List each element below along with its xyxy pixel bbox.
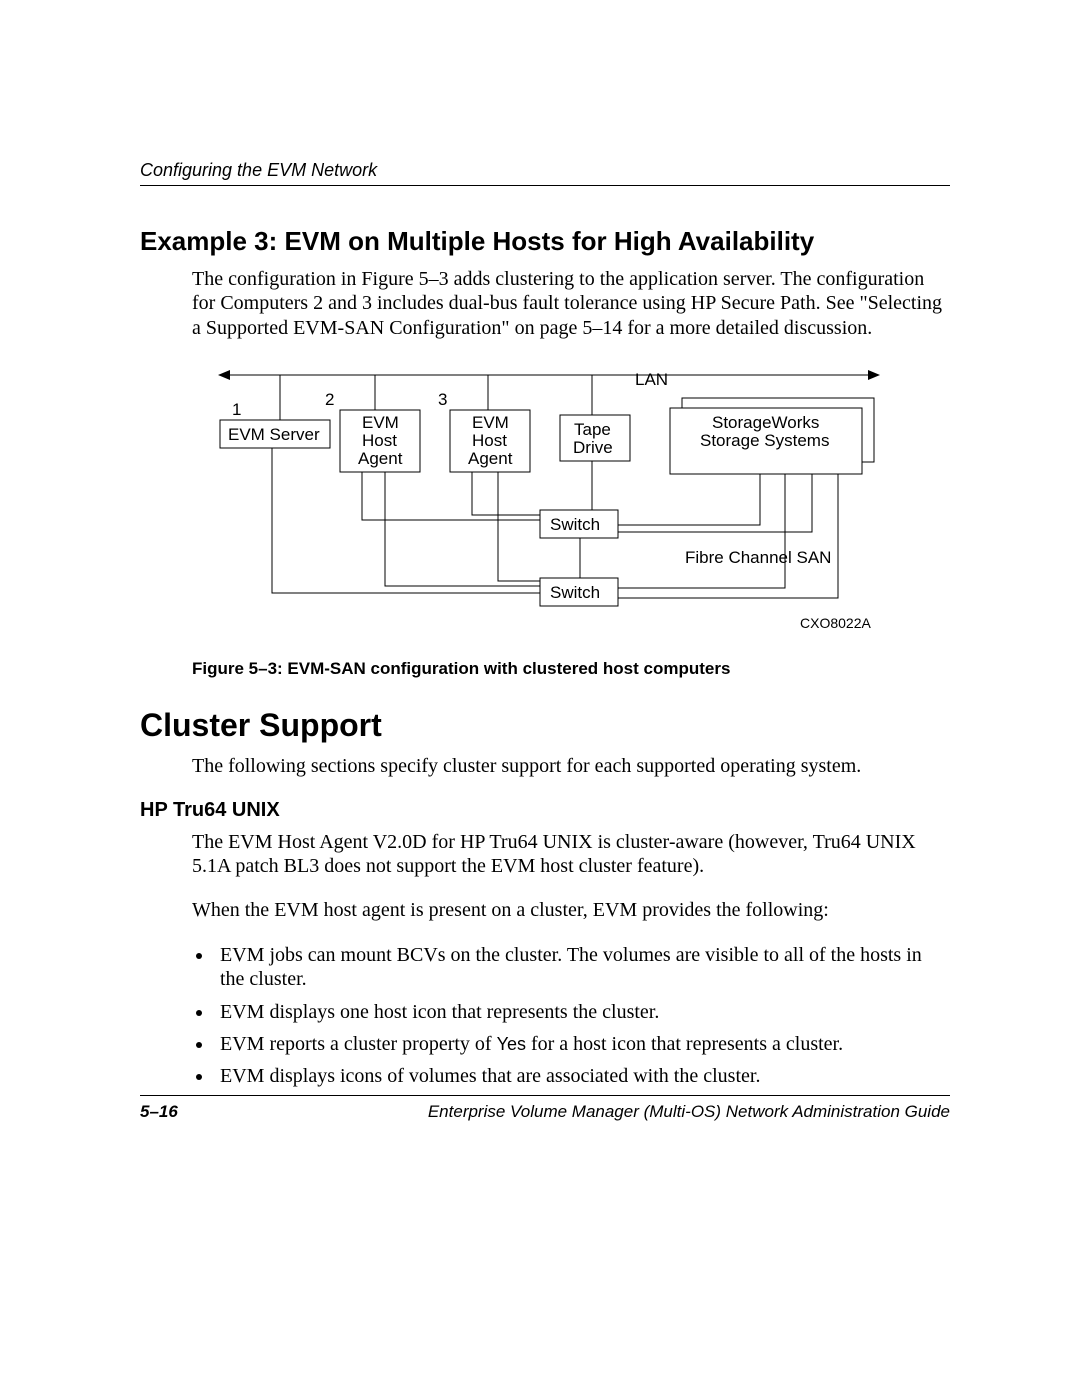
bullet-1: EVM jobs can mount BCVs on the cluster. … bbox=[214, 943, 950, 992]
tape-l2: Drive bbox=[573, 438, 613, 457]
example-paragraph: The configuration in Figure 5–3 adds clu… bbox=[192, 267, 950, 340]
storage-l2: Storage Systems bbox=[700, 431, 829, 450]
page-number: 5–16 bbox=[140, 1102, 178, 1122]
tru64-p2: When the EVM host agent is present on a … bbox=[192, 898, 950, 922]
host-agent-2-l1: EVM bbox=[362, 413, 399, 432]
storage-l1: StorageWorks bbox=[712, 413, 819, 432]
cluster-intro: The following sections specify cluster s… bbox=[192, 754, 950, 778]
figure-caption: Figure 5–3: EVM-SAN configuration with c… bbox=[192, 659, 950, 679]
fibre-channel-label: Fibre Channel SAN bbox=[685, 548, 831, 567]
bullet-2: EVM displays one host icon that represen… bbox=[214, 1000, 950, 1024]
index-1: 1 bbox=[232, 400, 241, 419]
host-agent-3-l1: EVM bbox=[472, 413, 509, 432]
footer-title: Enterprise Volume Manager (Multi-OS) Net… bbox=[428, 1102, 950, 1122]
running-header: Configuring the EVM Network bbox=[140, 160, 950, 181]
switch-1: Switch bbox=[550, 515, 600, 534]
index-2: 2 bbox=[325, 390, 334, 409]
lan-label: LAN bbox=[635, 370, 668, 389]
diagram-code: CXO8022A bbox=[800, 615, 871, 631]
host-agent-2-l2: Host bbox=[362, 431, 397, 450]
footer-rule bbox=[140, 1095, 950, 1096]
host-agent-3-l3: Agent bbox=[468, 449, 513, 468]
figure-5-3: LAN 1 2 3 EVM Server EVM Host Agent EVM … bbox=[210, 360, 950, 645]
cluster-support-heading: Cluster Support bbox=[140, 707, 950, 744]
evm-server-box: EVM Server bbox=[228, 425, 320, 444]
tru64-bullets: EVM jobs can mount BCVs on the cluster. … bbox=[192, 943, 950, 1089]
switch-2: Switch bbox=[550, 583, 600, 602]
bullet-3: EVM reports a cluster property of Yes fo… bbox=[214, 1032, 950, 1056]
footer: 5–16 Enterprise Volume Manager (Multi-OS… bbox=[140, 1095, 950, 1122]
example-heading: Example 3: EVM on Multiple Hosts for Hig… bbox=[140, 226, 950, 257]
bullet-3-a: EVM reports a cluster property of bbox=[220, 1033, 497, 1055]
tru64-p1: The EVM Host Agent V2.0D for HP Tru64 UN… bbox=[192, 830, 950, 879]
bullet-3-b: for a host icon that represents a cluste… bbox=[526, 1033, 843, 1055]
bullet-3-yes: Yes bbox=[497, 1034, 526, 1054]
diagram-svg: LAN 1 2 3 EVM Server EVM Host Agent EVM … bbox=[210, 360, 890, 640]
host-agent-2-l3: Agent bbox=[358, 449, 403, 468]
index-3: 3 bbox=[438, 390, 447, 409]
tru64-heading: HP Tru64 UNIX bbox=[140, 799, 950, 822]
header-rule bbox=[140, 185, 950, 186]
bullet-4: EVM displays icons of volumes that are a… bbox=[214, 1064, 950, 1088]
page: Configuring the EVM Network Example 3: E… bbox=[0, 0, 1080, 1397]
tape-l1: Tape bbox=[574, 420, 611, 439]
host-agent-3-l2: Host bbox=[472, 431, 507, 450]
